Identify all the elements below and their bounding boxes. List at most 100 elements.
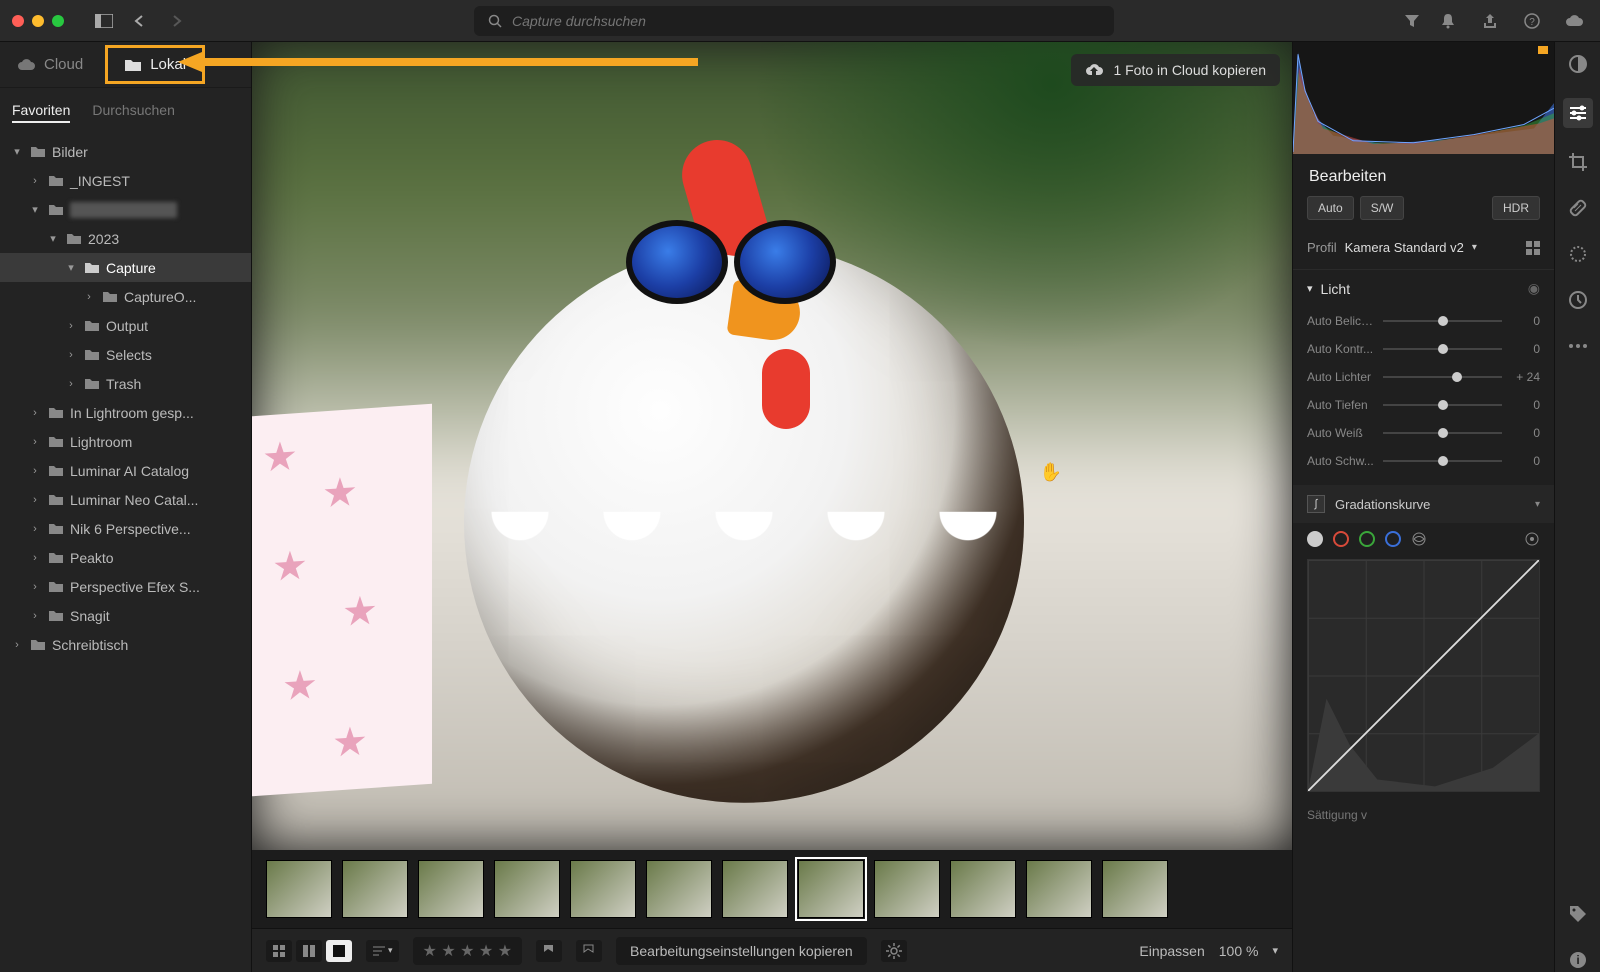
eye-icon[interactable]: ◉ xyxy=(1528,280,1540,297)
tone-curve[interactable] xyxy=(1307,559,1540,792)
slider-track[interactable] xyxy=(1383,432,1502,434)
tree-peakto[interactable]: ›Peakto xyxy=(0,543,251,572)
thumbnail[interactable] xyxy=(570,860,636,918)
auto-button[interactable]: Auto xyxy=(1307,196,1354,220)
tree-selects[interactable]: ›Selects xyxy=(0,340,251,369)
thumbnail[interactable] xyxy=(418,860,484,918)
tree-persp-efex[interactable]: ›Perspective Efex S... xyxy=(0,572,251,601)
slider-row[interactable]: Auto Tiefen0 xyxy=(1307,391,1540,419)
filter-icon[interactable] xyxy=(1398,7,1426,35)
histogram[interactable] xyxy=(1293,42,1554,154)
tree-2023[interactable]: ▾2023 xyxy=(0,224,251,253)
bw-button[interactable]: S/W xyxy=(1360,196,1405,220)
tree-luminar-neo[interactable]: ›Luminar Neo Catal... xyxy=(0,485,251,514)
rating-stars[interactable]: ★ ★ ★ ★ ★ xyxy=(413,937,523,965)
clipping-warning-icon[interactable] xyxy=(1538,46,1548,54)
slider-row[interactable]: Auto Schw...0 xyxy=(1307,447,1540,475)
tree-nik6[interactable]: ›Nik 6 Perspective... xyxy=(0,514,251,543)
thumbnail[interactable] xyxy=(1102,860,1168,918)
thumbnail[interactable] xyxy=(1026,860,1092,918)
tab-lokal[interactable]: Lokal xyxy=(105,45,205,84)
thumbnail[interactable] xyxy=(342,860,408,918)
cloud-copy-button[interactable]: 1 Foto in Cloud kopieren xyxy=(1071,54,1280,86)
tree-bilder[interactable]: ▾Bilder xyxy=(0,137,251,166)
tree-blurred[interactable]: ▾XXXXX xyxy=(0,195,251,224)
single-view-icon[interactable] xyxy=(326,940,352,962)
slider-row[interactable]: Auto Lichter+ 24 xyxy=(1307,363,1540,391)
tree-schreibtisch[interactable]: ›Schreibtisch xyxy=(0,630,251,659)
chevron-down-icon[interactable]: ▾ xyxy=(1535,499,1540,510)
subtab-durchsuchen[interactable]: Durchsuchen xyxy=(92,102,175,123)
section-licht[interactable]: ▾ Licht ◉ xyxy=(1293,270,1554,307)
tool-crop-icon[interactable] xyxy=(1566,150,1590,174)
slider-track[interactable] xyxy=(1383,320,1502,322)
hdr-button[interactable]: HDR xyxy=(1492,196,1540,220)
tree-lrm-gesp[interactable]: ›In Lightroom gesp... xyxy=(0,398,251,427)
chevron-down-icon[interactable]: ▾ xyxy=(1272,944,1278,957)
nav-forward-icon[interactable] xyxy=(162,7,190,35)
bell-icon[interactable] xyxy=(1434,7,1462,35)
tree-capture[interactable]: ▾Capture xyxy=(0,253,251,282)
search-field[interactable] xyxy=(474,6,1114,36)
copy-settings-button[interactable]: Bearbeitungseinstellungen kopieren xyxy=(616,937,867,965)
tool-heal-icon[interactable] xyxy=(1566,196,1590,220)
thumbnail[interactable] xyxy=(494,860,560,918)
nav-back-icon[interactable] xyxy=(126,7,154,35)
close-window[interactable] xyxy=(12,15,24,27)
tool-info-icon[interactable]: i xyxy=(1566,948,1590,972)
tab-cloud[interactable]: Cloud xyxy=(12,50,87,79)
thumbnail[interactable] xyxy=(266,860,332,918)
slider-track[interactable] xyxy=(1383,348,1502,350)
cloud-sync-icon[interactable] xyxy=(1560,7,1588,35)
tree-ingest[interactable]: ›_INGEST xyxy=(0,166,251,195)
tree-snagit[interactable]: ›Snagit xyxy=(0,601,251,630)
panel-toggle-icon[interactable] xyxy=(90,7,118,35)
saettigung-row[interactable]: Sättigung v xyxy=(1293,802,1554,828)
slider-row[interactable]: Auto Kontr...0 xyxy=(1307,335,1540,363)
section-gradationskurve[interactable]: ∫ Gradationskurve ▾ xyxy=(1293,485,1554,523)
channel-blue[interactable] xyxy=(1385,531,1401,547)
share-icon[interactable] xyxy=(1476,7,1504,35)
channel-luma[interactable] xyxy=(1307,531,1323,547)
tree-output[interactable]: ›Output xyxy=(0,311,251,340)
tool-edit-icon[interactable] xyxy=(1566,52,1590,76)
slider-track[interactable] xyxy=(1383,460,1502,462)
flag-pick-icon[interactable] xyxy=(536,940,562,962)
chevron-down-icon[interactable]: ▾ xyxy=(1472,242,1477,253)
channel-green[interactable] xyxy=(1359,531,1375,547)
slider-row[interactable]: Auto Weiß0 xyxy=(1307,419,1540,447)
minimize-window[interactable] xyxy=(32,15,44,27)
filmstrip[interactable] xyxy=(252,850,1292,928)
gear-icon[interactable] xyxy=(881,940,907,962)
parametric-curve-icon[interactable] xyxy=(1411,531,1427,547)
thumbnail[interactable] xyxy=(722,860,788,918)
profile-value[interactable]: Kamera Standard v2 xyxy=(1345,240,1464,255)
tool-mask-icon[interactable] xyxy=(1566,242,1590,266)
image-canvas[interactable]: ★★ ★★ ★★ ✋ 1 Foto in Cloud kopieren xyxy=(252,42,1292,850)
help-icon[interactable]: ? xyxy=(1518,7,1546,35)
zoom-label[interactable]: 100 % xyxy=(1219,943,1259,959)
tree-captureo[interactable]: ›CaptureO... xyxy=(0,282,251,311)
tool-tag-icon[interactable] xyxy=(1566,902,1590,926)
tool-versions-icon[interactable] xyxy=(1566,288,1590,312)
compare-view-icon[interactable] xyxy=(296,940,322,962)
thumbnail[interactable] xyxy=(646,860,712,918)
thumbnail[interactable] xyxy=(874,860,940,918)
tree-trash[interactable]: ›Trash xyxy=(0,369,251,398)
grid-view-icon[interactable] xyxy=(266,940,292,962)
subtab-favoriten[interactable]: Favoriten xyxy=(12,102,70,123)
fit-label[interactable]: Einpassen xyxy=(1139,943,1204,959)
maximize-window[interactable] xyxy=(52,15,64,27)
channel-red[interactable] xyxy=(1333,531,1349,547)
profile-grid-icon[interactable] xyxy=(1526,241,1540,255)
tool-more-icon[interactable] xyxy=(1566,334,1590,358)
flag-reject-icon[interactable] xyxy=(576,940,602,962)
thumbnail[interactable] xyxy=(950,860,1016,918)
thumbnail-selected[interactable] xyxy=(798,860,864,918)
slider-row[interactable]: Auto Belich...0 xyxy=(1307,307,1540,335)
slider-track[interactable] xyxy=(1383,404,1502,406)
sort-icon[interactable]: ▾ xyxy=(366,940,399,962)
tree-lightroom[interactable]: ›Lightroom xyxy=(0,427,251,456)
target-icon[interactable] xyxy=(1524,531,1540,547)
search-input[interactable] xyxy=(512,13,1100,29)
